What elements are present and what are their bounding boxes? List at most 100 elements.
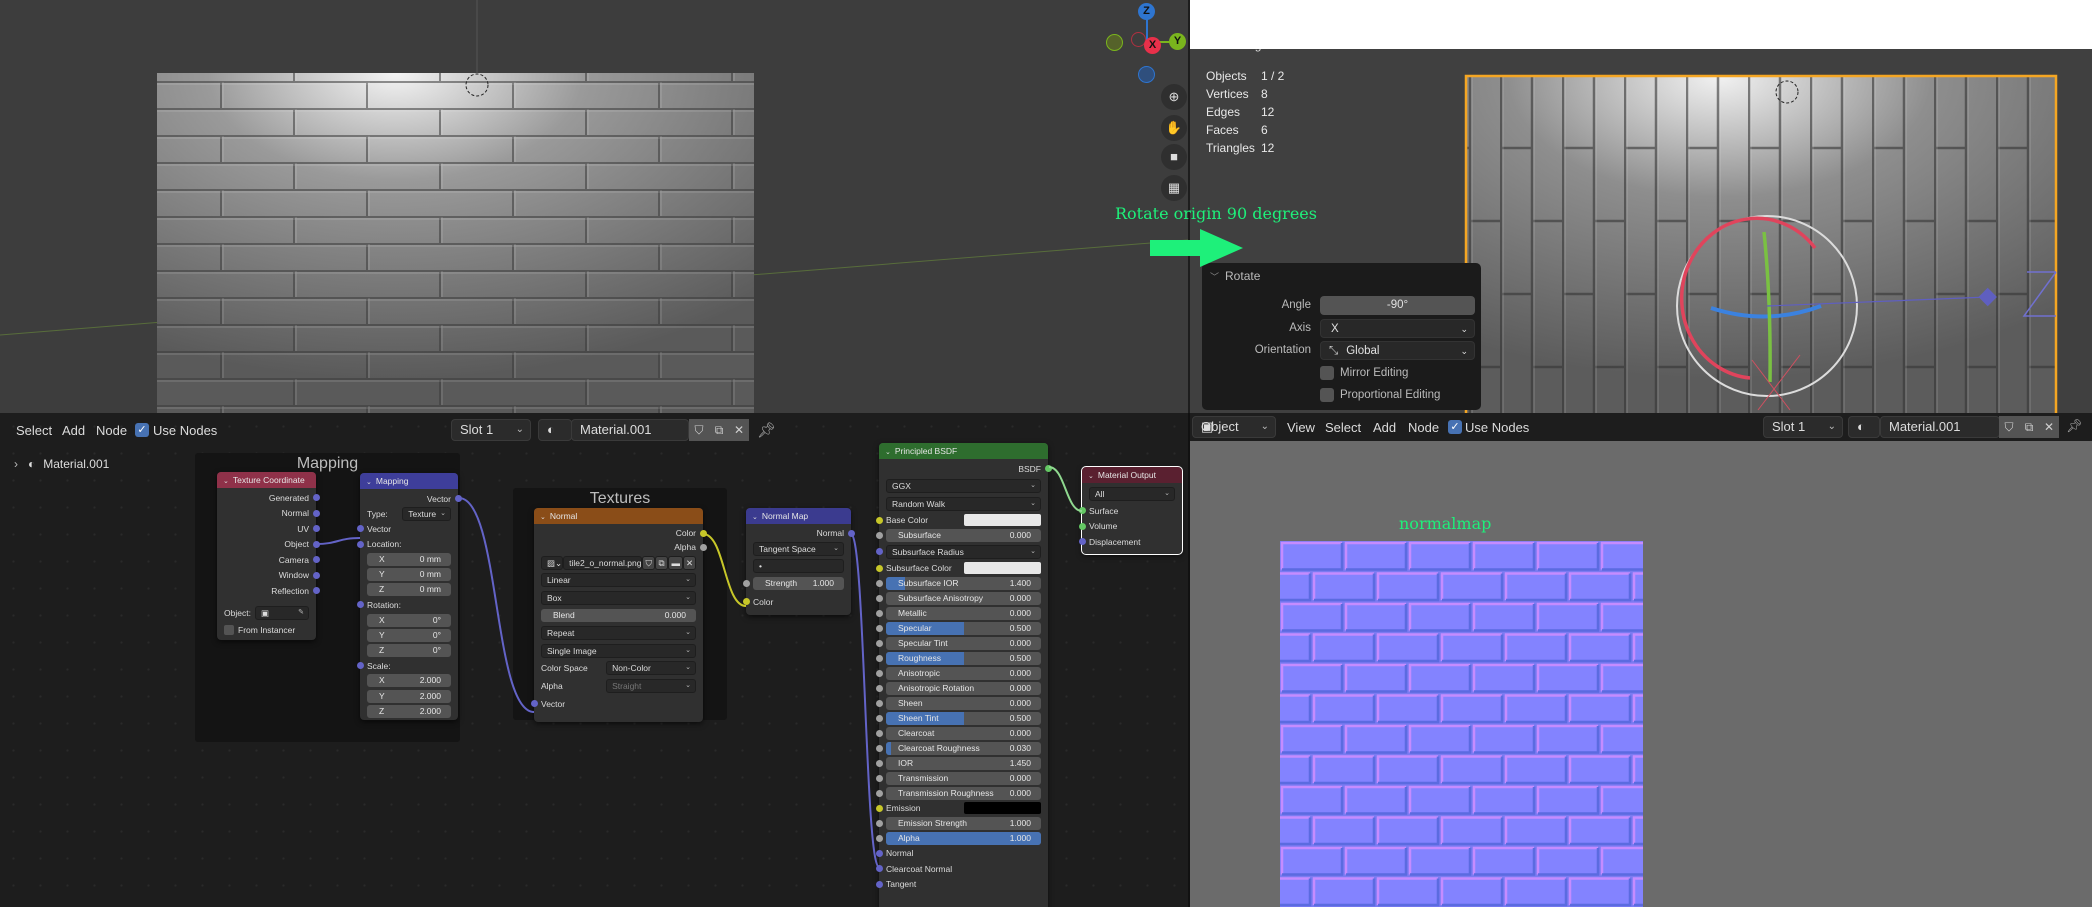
gizmo-y-axis[interactable]: Y bbox=[1169, 33, 1186, 50]
duplicate-material-icon[interactable]: ⧉ bbox=[2019, 416, 2039, 438]
right-node-editor[interactable]: ▣ Object ⌄ View Select Add Node ✓ Use Node… bbox=[1188, 413, 2092, 907]
chevron-right-icon[interactable]: › bbox=[14, 457, 18, 471]
socket-row-all[interactable]: All ⌄ bbox=[1082, 485, 1182, 503]
socket-float-icon[interactable] bbox=[875, 759, 883, 767]
socket-row-clearcoat[interactable]: Clearcoat 0.000 bbox=[875, 726, 1048, 741]
3d-viewport-left[interactable]: Z Y X ⊕ ✋ ■ ▦ bbox=[0, 0, 1188, 413]
fake-user-shield-icon[interactable]: ⛉ bbox=[689, 419, 709, 441]
socket-vector-icon[interactable] bbox=[312, 494, 320, 502]
node-principled-bsdf[interactable]: ⌄ Principled BSDF BSDF GGX ⌄ Random Walk ⌄ Base… bbox=[875, 443, 1052, 907]
socket-shader-icon[interactable] bbox=[1078, 507, 1086, 515]
slider-strength[interactable]: Strength 1.000 bbox=[753, 577, 844, 591]
image-name-field[interactable]: tile2_o_normal.png bbox=[563, 555, 643, 570]
socket-row-sheen-tint[interactable]: Sheen Tint 0.500 bbox=[875, 711, 1048, 726]
socket-color-icon[interactable] bbox=[742, 598, 750, 606]
eyedropper-icon[interactable]: ✎ bbox=[298, 607, 304, 619]
mode-dropdown[interactable]: ▣ Object ⌄ bbox=[1192, 416, 1276, 438]
fake-user-shield-icon[interactable]: ⛉ bbox=[642, 555, 656, 570]
proportional-editing-checkbox[interactable]: Proportional Editing bbox=[1320, 388, 1440, 402]
socket-row-[interactable]: • bbox=[746, 558, 851, 576]
socket-vector-icon[interactable] bbox=[356, 601, 364, 609]
chevron-down-icon[interactable]: ⌄ bbox=[366, 479, 372, 486]
fake-user-shield-icon[interactable]: ⛉ bbox=[1999, 416, 2019, 438]
socket-vector-icon[interactable] bbox=[312, 587, 320, 595]
socket-color-icon[interactable] bbox=[875, 564, 883, 572]
material-name-field[interactable]: Material.001 bbox=[1880, 416, 2000, 438]
node-mapping[interactable]: ⌄ Mapping Vector Type: Texture ⌄ Vector Locatio… bbox=[356, 473, 462, 720]
socket-color-icon[interactable] bbox=[699, 529, 707, 537]
rotate-operator-panel[interactable]: ﹀ Rotate Angle -90° Axis X ⌄ Orientation ⤡… bbox=[1202, 263, 1481, 410]
dropdown-subsurface-radius[interactable]: Subsurface Radius ⌄ bbox=[886, 544, 1041, 559]
dropdown-all[interactable]: All ⌄ bbox=[1089, 487, 1175, 501]
slider-blend[interactable]: Blend 0.000 bbox=[541, 609, 696, 623]
object-picker-field[interactable]: ▣ ✎ bbox=[254, 605, 309, 620]
dropdown-[interactable]: • bbox=[753, 559, 844, 574]
menu-view[interactable]: View bbox=[1287, 420, 1315, 435]
socket-row-metallic[interactable]: Metallic 0.000 bbox=[875, 606, 1048, 621]
menu-add[interactable]: Add bbox=[1373, 420, 1396, 435]
socket-row-specular[interactable]: Specular 0.500 bbox=[875, 621, 1048, 636]
socket-float-icon[interactable] bbox=[875, 594, 883, 602]
socket-row-emission[interactable]: Emission bbox=[875, 801, 1048, 816]
socket-vector-icon[interactable] bbox=[875, 865, 883, 873]
socket-float-icon[interactable] bbox=[875, 699, 883, 707]
slider-clearcoat-roughness[interactable]: Clearcoat Roughness 0.030 bbox=[886, 741, 1041, 755]
node-material-output[interactable]: ⌄ Material Output All ⌄ Surface Volume Displac… bbox=[1078, 466, 1183, 555]
slot-dropdown[interactable]: Slot 1 ⌄ bbox=[1763, 416, 1843, 438]
socket-float-icon[interactable] bbox=[875, 684, 883, 692]
dropdown-single-image[interactable]: Single Image ⌄ bbox=[541, 643, 696, 658]
slot-dropdown[interactable]: Slot 1 ⌄ bbox=[451, 419, 531, 441]
socket-row-x[interactable]: X 2.000 bbox=[360, 673, 458, 688]
socket-row-sheen[interactable]: Sheen 0.000 bbox=[875, 696, 1048, 711]
unlink-close-icon[interactable]: ✕ bbox=[2039, 416, 2059, 438]
shader-node-editor[interactable]: Select Add Node ✓ Use Nodes Slot 1 ⌄ ◐ Ma… bbox=[0, 413, 1188, 907]
socket-row-subsurface[interactable]: Subsurface 0.000 bbox=[875, 528, 1048, 543]
dropdown-ggx[interactable]: GGX ⌄ bbox=[886, 478, 1041, 493]
duplicate-icon[interactable]: ⧉ bbox=[655, 555, 669, 570]
menu-add[interactable]: Add bbox=[62, 423, 85, 438]
socket-row-transmission[interactable]: Transmission 0.000 bbox=[875, 771, 1048, 786]
material-tree-item[interactable]: › ◐ Material.001 bbox=[14, 457, 109, 471]
slider-z[interactable]: Z 0° bbox=[367, 643, 451, 657]
socket-row-subsurface-color[interactable]: Subsurface Color bbox=[875, 561, 1048, 576]
socket-vector-icon[interactable] bbox=[530, 700, 538, 708]
node-header[interactable]: ⌄ Material Output bbox=[1082, 467, 1182, 483]
chevron-down-icon[interactable]: ⌄ bbox=[885, 449, 891, 456]
socket-float-icon[interactable] bbox=[875, 729, 883, 737]
slider-specular[interactable]: Specular 0.500 bbox=[886, 621, 1041, 635]
slider-anisotropic[interactable]: Anisotropic 0.000 bbox=[886, 666, 1041, 680]
socket-row-from-instancer[interactable]: From Instancer bbox=[217, 623, 316, 639]
socket-row-anisotropic-rotation[interactable]: Anisotropic Rotation 0.000 bbox=[875, 681, 1048, 696]
socket-row-clearcoat-roughness[interactable]: Clearcoat Roughness 0.030 bbox=[875, 741, 1048, 756]
close-icon[interactable]: ✕ bbox=[682, 555, 697, 570]
socket-float-icon[interactable] bbox=[875, 819, 883, 827]
socket-row-single-image[interactable]: Single Image ⌄ bbox=[534, 642, 703, 660]
menu-node[interactable]: Node bbox=[96, 423, 127, 438]
socket-vector-icon[interactable] bbox=[312, 525, 320, 533]
socket-vector-icon[interactable] bbox=[847, 529, 855, 537]
slider-subsurface[interactable]: Subsurface 0.000 bbox=[886, 528, 1041, 542]
node-header[interactable]: ⌄ Mapping bbox=[360, 473, 458, 489]
menu-node[interactable]: Node bbox=[1408, 420, 1439, 435]
node-normal-map[interactable]: ⌄ Normal Map Normal Tangent Space ⌄ • Strength… bbox=[742, 508, 855, 615]
slider-subsurface-ior[interactable]: Subsurface IOR 1.400 bbox=[886, 576, 1041, 590]
angle-field[interactable]: -90° bbox=[1320, 296, 1475, 315]
socket-shader-icon[interactable] bbox=[1078, 522, 1086, 530]
slider-x[interactable]: X 0° bbox=[367, 613, 451, 627]
socket-row-specular-tint[interactable]: Specular Tint 0.000 bbox=[875, 636, 1048, 651]
socket-float-icon[interactable] bbox=[699, 543, 707, 551]
slider-roughness[interactable]: Roughness 0.500 bbox=[886, 651, 1041, 665]
material-browse-button[interactable]: ◐ bbox=[1848, 416, 1880, 438]
color-swatch[interactable] bbox=[963, 514, 1041, 526]
socket-row-emission-strength[interactable]: Emission Strength 1.000 bbox=[875, 816, 1048, 831]
socket-shader-icon[interactable] bbox=[1044, 465, 1052, 473]
slider-sheen-tint[interactable]: Sheen Tint 0.500 bbox=[886, 711, 1041, 725]
socket-float-icon[interactable] bbox=[875, 669, 883, 677]
gizmo-x-axis[interactable]: X bbox=[1144, 37, 1161, 54]
socket-float-icon[interactable] bbox=[875, 579, 883, 587]
socket-float-icon[interactable] bbox=[875, 531, 883, 539]
gizmo-neg-y[interactable] bbox=[1106, 34, 1123, 51]
node-header[interactable]: ⌄ Normal bbox=[534, 508, 703, 524]
socket-row-z[interactable]: Z 0° bbox=[360, 643, 458, 658]
zoom-icon[interactable]: ⊕ bbox=[1161, 84, 1187, 110]
